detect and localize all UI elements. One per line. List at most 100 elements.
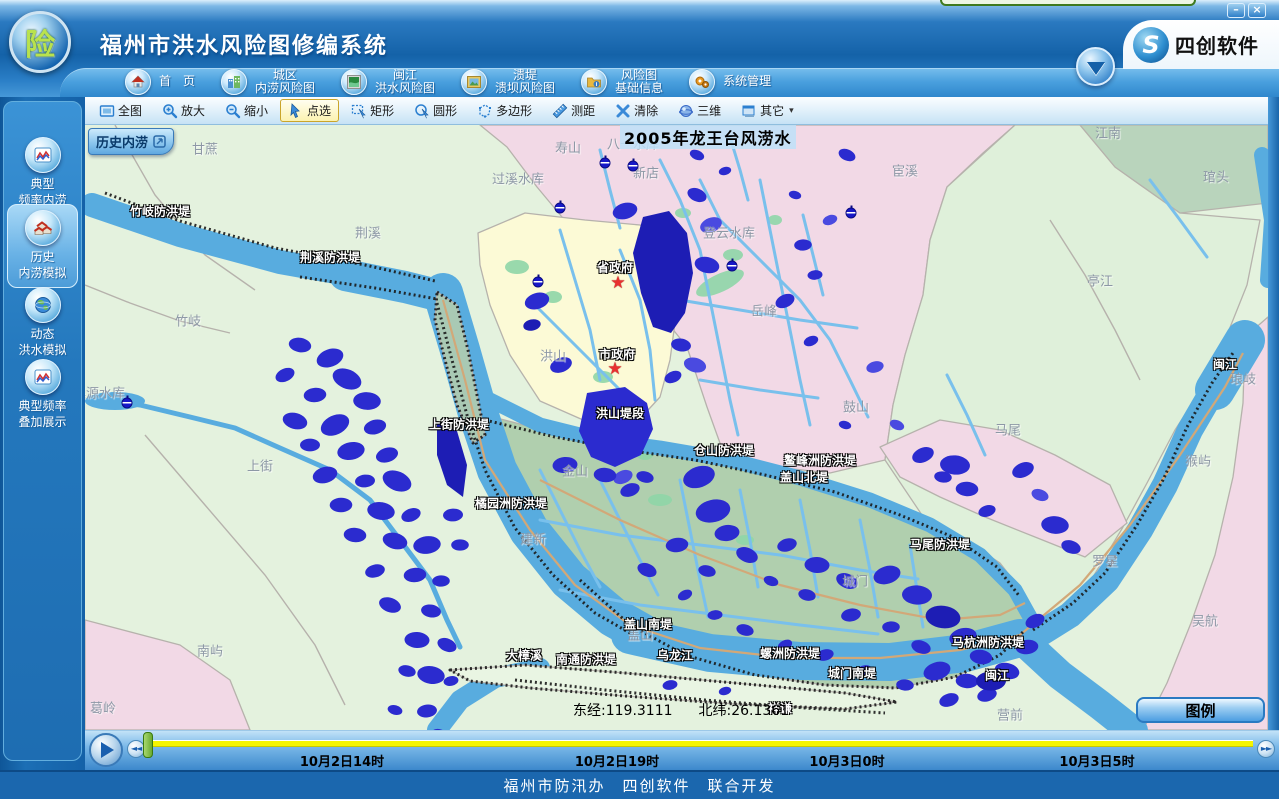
tool-label: 点选: [307, 102, 331, 119]
map-label: 橘园洲防洪堤: [475, 495, 547, 512]
reservoir-icon: [533, 277, 544, 288]
map-label: 马尾防洪堤: [910, 536, 970, 553]
sidebar-item-label: 典型频率叠加展示: [7, 398, 78, 430]
map-label: 马杭洲防洪堤: [952, 634, 1024, 651]
tool-3-zoom-out[interactable]: 缩小: [217, 99, 276, 122]
nav-item-3[interactable]: 闽江洪水风险图: [341, 69, 435, 95]
nav-item-label: 闽江洪水风险图: [375, 69, 435, 95]
tool-label: 全图: [118, 102, 142, 119]
map-label: 鳌峰洲防洪堤: [784, 452, 856, 469]
map-label: 乌龙江: [657, 647, 693, 664]
tool-11-other[interactable]: 其它 ▾: [733, 99, 802, 122]
brand-area: S 四创软件: [1123, 20, 1279, 69]
play-button[interactable]: [89, 733, 123, 767]
sidebar-item-4[interactable]: 典型频率叠加展示: [7, 354, 78, 436]
tool-label: 多边形: [496, 102, 532, 119]
map-label: 猴屿: [1185, 451, 1211, 470]
chart-wave-icon: [25, 137, 61, 173]
nav-item-label: 溃堤溃坝风险图: [495, 69, 555, 95]
map-title: 2005年龙王台风涝水: [620, 125, 796, 149]
reservoir-icon: [628, 161, 639, 172]
map-label: 寿山: [555, 138, 581, 157]
legend-button[interactable]: 图例: [1136, 697, 1265, 723]
nav-item-label: 城区内涝风险图: [255, 69, 315, 95]
tool-8-ruler[interactable]: 测距: [544, 99, 603, 122]
tool-10-sphere[interactable]: 三维: [670, 99, 729, 122]
map-label: 金山: [562, 461, 588, 480]
timeline-slider-handle[interactable]: [143, 732, 153, 758]
map-label: 宦溪: [892, 161, 918, 180]
timeline-track[interactable]: [149, 740, 1253, 747]
map-label: 闽江: [1213, 356, 1237, 373]
map-label: 甘蔗: [192, 139, 218, 158]
map-canvas: [85, 125, 1268, 730]
tool-label: 清除: [634, 102, 658, 119]
main-nav: 首 页 城区内涝风险图 闽江洪水风险图 溃堤溃坝风险图 i风险图基础信息 系统管理: [125, 66, 771, 97]
pointer-icon: [288, 103, 304, 119]
nav-item-1[interactable]: 首 页: [125, 69, 195, 95]
map-frame-icon: [341, 69, 367, 95]
caret-down-icon: ▾: [789, 106, 794, 116]
tool-5-rect-select[interactable]: 矩形: [343, 99, 402, 122]
tool-label: 圆形: [433, 102, 457, 119]
sidebar-item-label: 历史内涝模拟: [8, 249, 77, 281]
credits-text: 福州市防汛办 四创软件 联合开发: [503, 775, 775, 796]
history-flood-tab-label: 历史内涝: [96, 132, 148, 151]
map-label: 竹岐防洪堤: [130, 203, 190, 220]
map-label: 竹岐: [175, 311, 201, 330]
map-label: 过溪水库: [492, 169, 544, 188]
tool-4-pointer[interactable]: 点选: [280, 99, 339, 122]
nav-item-label: 首 页: [159, 75, 195, 88]
zoom-in-icon: [162, 103, 178, 119]
collapse-icon: [153, 135, 166, 148]
tool-label: 测距: [571, 102, 595, 119]
map-label: 洪山堤段: [596, 405, 644, 422]
map-label: 闽江: [985, 667, 1009, 684]
latitude-value: 北纬:26.1361: [699, 703, 790, 719]
buildings-icon: [221, 69, 247, 95]
fullmap-icon: [99, 103, 115, 119]
tool-label: 其它: [760, 102, 784, 119]
sidebar-item-2[interactable]: 历史内涝模拟: [7, 204, 78, 288]
map-label: 荆溪防洪堤: [300, 249, 360, 266]
nav-item-label: 系统管理: [723, 75, 771, 88]
app-logo-char: 险: [25, 20, 55, 64]
nav-item-5[interactable]: i风险图基础信息: [581, 69, 663, 95]
picture-icon: [461, 69, 487, 95]
map-label: 城门南堤: [828, 665, 876, 682]
houses-icon: [25, 210, 61, 246]
rect-select-icon: [351, 103, 367, 119]
sidebar-item-1[interactable]: 典型频率内涝: [7, 132, 78, 214]
nav-item-6[interactable]: 系统管理: [689, 69, 771, 95]
star-icon: ★: [607, 359, 622, 379]
nav-collapse-button[interactable]: [1076, 47, 1115, 86]
tool-2-zoom-in[interactable]: 放大: [154, 99, 213, 122]
close-button[interactable]: ×: [1248, 3, 1266, 18]
sidebar-panel: 典型频率内涝历史内涝模拟动态洪水模拟典型频率叠加展示: [3, 101, 82, 761]
tool-6-circle-select[interactable]: 圆形: [406, 99, 465, 122]
nav-item-4[interactable]: 溃堤溃坝风险图: [461, 69, 555, 95]
fast-forward-button[interactable]: ►►: [1257, 740, 1275, 758]
window-frame-right: [1268, 97, 1279, 770]
nav-item-2[interactable]: 城区内涝风险图: [221, 69, 315, 95]
sidebar-item-3[interactable]: 动态洪水模拟: [7, 282, 78, 364]
tool-1-fullmap[interactable]: 全图: [91, 99, 150, 122]
map-viewport[interactable]: 历史内涝 2005年龙王台风涝水 东经:119.3111北纬:26.1361 图…: [85, 125, 1268, 730]
reservoir-icon: [846, 208, 857, 219]
nav-item-label: 风险图基础信息: [615, 69, 663, 95]
map-label: 登云水库: [703, 223, 755, 242]
gears-icon: [689, 69, 715, 95]
tool-9-clear[interactable]: 清除: [607, 99, 666, 122]
map-label: 溪源水库: [85, 383, 125, 402]
map-label: 南屿: [197, 641, 223, 660]
history-flood-tab[interactable]: 历史内涝: [88, 128, 174, 155]
window-title: 福州市洪水风险图修编系统: [100, 28, 388, 60]
map-label: 盖山北堤: [780, 469, 828, 486]
map-label: 岳峰: [751, 301, 777, 320]
minimize-button[interactable]: –: [1227, 3, 1245, 18]
app-logo-badge: 险: [9, 11, 71, 73]
tool-7-polygon-select[interactable]: 多边形: [469, 99, 540, 122]
map-toolbar: 全图放大缩小 点选矩形 圆形 多边形 测距 清除三维 其它 ▾: [85, 97, 1268, 125]
map-label: 吴航: [1192, 611, 1218, 630]
map-label: 建新: [520, 529, 546, 548]
